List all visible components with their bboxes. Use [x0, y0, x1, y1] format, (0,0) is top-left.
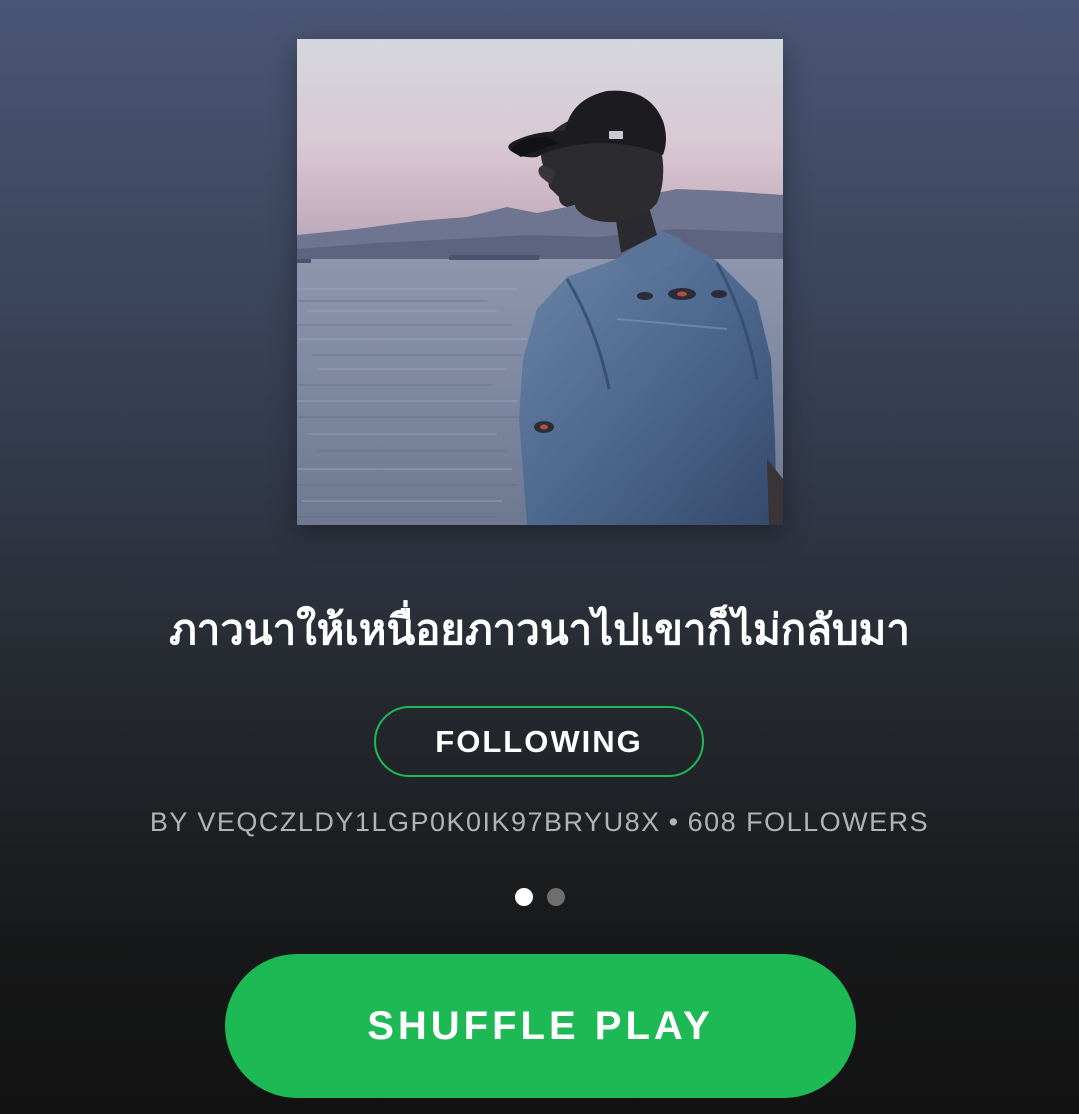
cover-photo-illustration: [297, 39, 783, 525]
playlist-owner-link[interactable]: BY VEQCZLDY1LGP0K0IK97BRYU8X: [150, 807, 661, 837]
page-dot-1[interactable]: [514, 888, 533, 906]
followers-count: 608 FOLLOWERS: [687, 807, 930, 837]
playlist-meta: BY VEQCZLDY1LGP0K0IK97BRYU8X • 608 FOLLOWE…: [0, 802, 1079, 842]
shuffle-play-button[interactable]: SHUFFLE PLAY: [225, 954, 856, 1098]
meta-separator: •: [668, 807, 680, 837]
following-button[interactable]: FOLLOWING: [374, 706, 704, 777]
playlist-title: ภาวนาให้เหนื่อยภาวนาไปเขาก็ไม่กลับมา: [169, 605, 910, 654]
page-dot-2[interactable]: [546, 888, 565, 906]
playlist-header-screen: ภาวนาให้เหนื่อยภาวนาไปเขาก็ไม่กลับมา FOL…: [0, 0, 1079, 1114]
page-indicator: [0, 888, 1079, 906]
playlist-cover-image[interactable]: [297, 39, 783, 525]
